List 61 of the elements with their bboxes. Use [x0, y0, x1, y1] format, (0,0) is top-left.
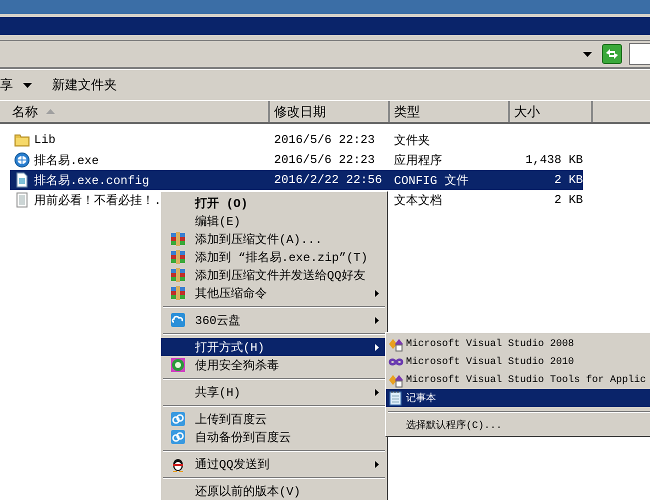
- cloud-icon: [170, 312, 186, 328]
- column-header[interactable]: 大小: [510, 101, 593, 122]
- cloud-icon: [170, 429, 186, 445]
- column-header[interactable]: 名称: [0, 101, 270, 122]
- books-icon: [170, 231, 186, 247]
- search-field[interactable]: [629, 43, 650, 65]
- size-cell-text: 1,438 KB: [524, 152, 583, 169]
- books-icon: [170, 267, 186, 283]
- menu-item[interactable]: Microsoft Visual Studio Tools for Applic: [386, 371, 650, 389]
- menu-item[interactable]: 添加到 “排名易.exe.zip”(T): [161, 248, 387, 266]
- size-cell-text: 2 KB: [553, 192, 583, 209]
- menu-item[interactable]: 添加到压缩文件(A)...: [161, 230, 387, 248]
- type-cell-text: 文本文档: [393, 192, 443, 210]
- shield-icon: [170, 357, 186, 373]
- submenu-arrow-icon: [375, 316, 379, 324]
- submenu-arrow-icon: [375, 290, 379, 296]
- document-icon: [14, 192, 30, 208]
- dropdown-arrow-icon[interactable]: [583, 52, 592, 56]
- submenu-arrow-icon: [375, 460, 379, 468]
- menu-item[interactable]: Microsoft Visual Studio 2010: [386, 353, 650, 371]
- share-menu-button[interactable]: 享: [0, 76, 42, 94]
- new-folder-button[interactable]: 新建文件夹: [52, 76, 127, 94]
- books-icon: [170, 249, 186, 265]
- menu-item[interactable]: 共享(H): [161, 383, 387, 401]
- menu-item[interactable]: 选择默认程序(C)...: [386, 416, 650, 434]
- menu-item[interactable]: 自动备份到百度云: [161, 428, 387, 446]
- menu-item[interactable]: 还原以前的版本(V): [161, 482, 387, 500]
- menu-item[interactable]: 上传到百度云: [161, 410, 387, 428]
- folder-icon: [14, 132, 30, 148]
- submenu-arrow-icon: [375, 344, 379, 350]
- file-name-cell[interactable]: 排名易.exe: [0, 150, 270, 170]
- menu-item[interactable]: 其他压缩命令: [161, 284, 387, 302]
- column-header[interactable]: 类型: [390, 101, 510, 122]
- caret-icon: [23, 82, 32, 88]
- file-name-cell[interactable]: Lib: [0, 130, 270, 150]
- type-cell-text: 应用程序: [393, 152, 443, 170]
- type-cell: CONFIG 文件: [390, 170, 510, 190]
- size-cell: 2 KB: [510, 170, 583, 190]
- date-cell: 2016/2/22 22:56: [270, 170, 390, 190]
- notepad-icon: [388, 390, 404, 406]
- penguin-icon: [170, 456, 186, 472]
- menu-item[interactable]: Microsoft Visual Studio 2008: [386, 335, 650, 353]
- cloud-icon: [170, 411, 186, 427]
- file-icon: [14, 172, 30, 188]
- menu-item[interactable]: 编辑(E): [161, 212, 387, 230]
- column-header[interactable]: 修改日期: [270, 101, 390, 122]
- menu-item[interactable]: 360云盘: [161, 311, 387, 329]
- books-icon: [170, 285, 186, 301]
- date-cell-text: 2016/5/6 22:23: [273, 132, 376, 149]
- menu-item[interactable]: 记事本: [386, 389, 650, 407]
- date-cell-text: 2016/5/6 22:23: [273, 152, 376, 169]
- submenu-arrow-icon: [375, 388, 379, 396]
- menu-item[interactable]: 通过QQ发送到: [161, 455, 387, 473]
- type-cell-text: 文件夹: [393, 132, 431, 150]
- file-name-cell[interactable]: 排名易.exe.config: [10, 170, 270, 190]
- menu-item[interactable]: 添加到压缩文件并发送给QQ好友: [161, 266, 387, 284]
- menu-item[interactable]: 使用安全狗杀毒: [161, 356, 387, 374]
- globe-icon: [14, 152, 30, 168]
- menu-item[interactable]: 打开 (O): [161, 194, 387, 212]
- refresh-icon[interactable]: [602, 44, 622, 64]
- menu-item[interactable]: 打开方式(H): [161, 338, 387, 356]
